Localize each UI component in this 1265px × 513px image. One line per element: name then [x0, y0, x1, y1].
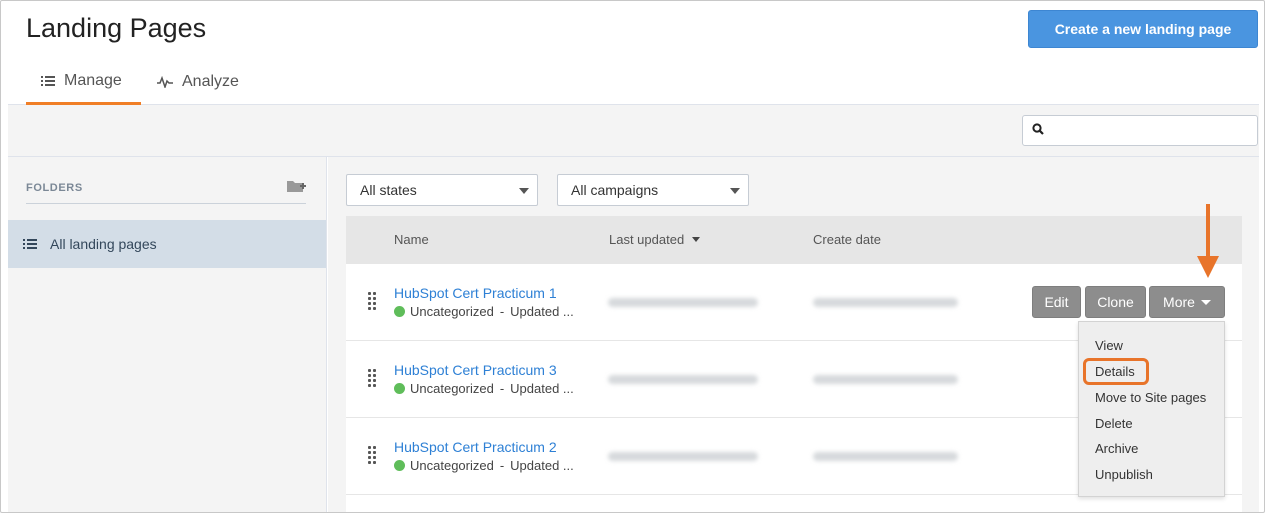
page-title: Landing Pages — [26, 13, 207, 43]
add-folder-icon[interactable] — [286, 179, 306, 198]
page-title-link[interactable]: HubSpot Cert Practicum 3 — [394, 362, 557, 378]
menu-item-unpublish[interactable]: Unpublish — [1095, 467, 1153, 482]
more-actions-menu: View Details Move to Site pages Delete A… — [1078, 321, 1225, 497]
states-filter-select[interactable]: All states — [346, 174, 538, 206]
page-header: Landing Pages Create a new landing page … — [8, 1, 1259, 105]
published-status-icon — [394, 460, 405, 471]
published-status-icon — [394, 383, 405, 394]
menu-item-archive[interactable]: Archive — [1095, 441, 1138, 456]
toolbar — [8, 105, 1259, 157]
details-highlight-annotation — [1083, 358, 1149, 385]
tab-analyze-label: Analyze — [182, 73, 239, 90]
pulse-icon — [157, 76, 173, 88]
meta-separator: - — [499, 304, 505, 319]
search-box[interactable] — [1022, 115, 1258, 146]
list-icon — [23, 238, 37, 250]
tab-manage-label: Manage — [64, 71, 122, 89]
last-updated-value-redacted — [608, 375, 758, 384]
page-title-link[interactable]: HubSpot Cert Practicum 1 — [394, 285, 557, 301]
published-status-icon — [394, 306, 405, 317]
more-button[interactable]: More — [1149, 286, 1225, 318]
page-meta: Uncategorized - Updated ... — [394, 304, 574, 319]
tab-manage[interactable]: Manage — [26, 59, 141, 105]
campaigns-filter-select[interactable]: All campaigns — [557, 174, 749, 206]
states-filter-value: All states — [360, 182, 417, 198]
page-updated-text: Updated ... — [510, 381, 574, 396]
edit-button[interactable]: Edit — [1032, 286, 1081, 318]
chevron-down-icon — [519, 188, 529, 194]
search-input[interactable] — [1050, 123, 1257, 138]
create-date-value-redacted — [813, 452, 958, 461]
last-updated-value-redacted — [608, 452, 758, 461]
menu-item-view[interactable]: View — [1095, 338, 1123, 353]
campaigns-filter-value: All campaigns — [571, 182, 659, 198]
folders-sidebar: FOLDERS All landing pages — [8, 157, 327, 512]
column-header-create-date[interactable]: Create date — [813, 232, 881, 247]
app-frame: Landing Pages Create a new landing page … — [0, 0, 1265, 513]
page-updated-text: Updated ... — [510, 458, 574, 473]
sidebar-item-label: All landing pages — [50, 236, 157, 252]
page-title-link[interactable]: HubSpot Cert Practicum 2 — [394, 439, 557, 455]
create-date-value-redacted — [813, 298, 958, 307]
column-header-last-updated[interactable]: Last updated — [609, 232, 701, 247]
arrow-down-annotation-icon — [1197, 204, 1219, 278]
page-folder: Uncategorized — [410, 458, 494, 473]
page-meta: Uncategorized - Updated ... — [394, 458, 574, 473]
drag-handle-icon[interactable] — [366, 369, 378, 389]
page-folder: Uncategorized — [410, 381, 494, 396]
sort-desc-icon — [692, 237, 701, 242]
sidebar-item-all-landing-pages[interactable]: All landing pages — [8, 220, 326, 268]
meta-separator: - — [499, 381, 505, 396]
more-button-label: More — [1163, 294, 1195, 310]
drag-handle-icon[interactable] — [366, 292, 378, 312]
meta-separator: - — [499, 458, 505, 473]
folders-header: FOLDERS — [26, 173, 306, 204]
drag-handle-icon[interactable] — [366, 446, 378, 466]
caret-down-icon — [1200, 299, 1211, 305]
tab-analyze[interactable]: Analyze — [157, 59, 257, 105]
list-icon — [41, 75, 55, 87]
column-header-last-updated-label: Last updated — [609, 232, 685, 247]
create-landing-page-button[interactable]: Create a new landing page — [1028, 10, 1258, 48]
folders-label: FOLDERS — [26, 182, 83, 194]
search-icon — [1032, 122, 1044, 140]
create-date-value-redacted — [813, 375, 958, 384]
chevron-down-icon — [730, 188, 740, 194]
menu-item-move-to-site-pages[interactable]: Move to Site pages — [1095, 390, 1206, 405]
column-header-name[interactable]: Name — [394, 232, 429, 247]
clone-button[interactable]: Clone — [1085, 286, 1146, 318]
table-header: Name Last updated Create date — [346, 216, 1242, 264]
menu-item-delete[interactable]: Delete — [1095, 416, 1133, 431]
last-updated-value-redacted — [608, 298, 758, 307]
page-folder: Uncategorized — [410, 304, 494, 319]
page-updated-text: Updated ... — [510, 304, 574, 319]
page-meta: Uncategorized - Updated ... — [394, 381, 574, 396]
